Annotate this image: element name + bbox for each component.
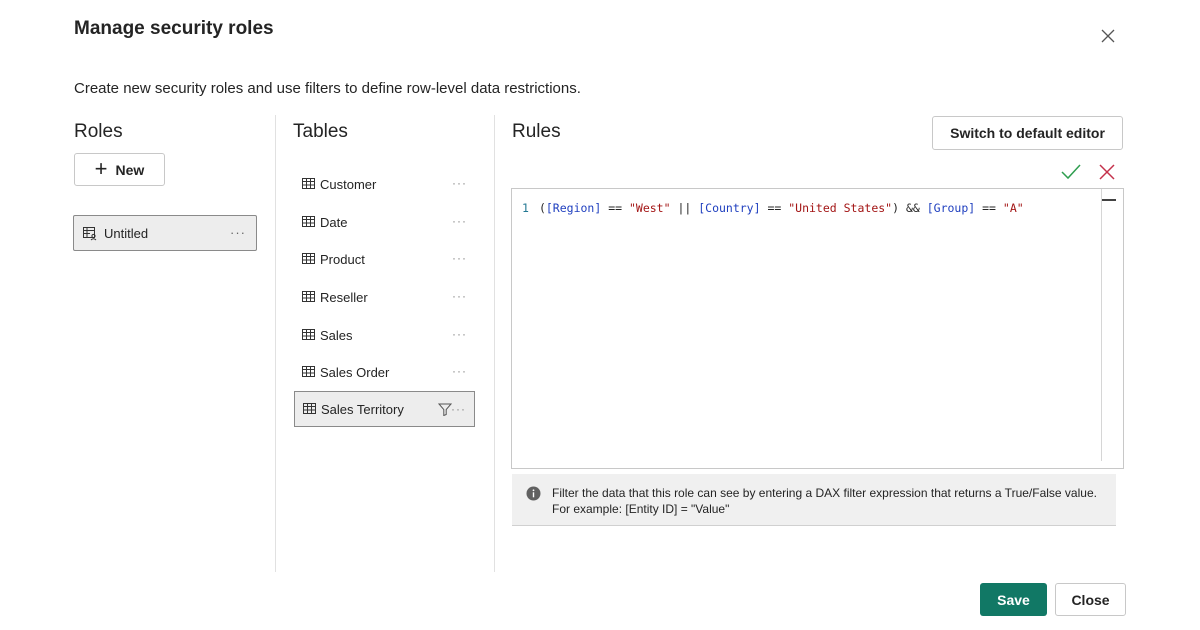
code-expression: ([Region] == "West" || [Country] == "Uni… [539,201,1024,215]
table-item-customer[interactable]: Customer ··· [294,166,475,202]
plus-icon: + [94,155,108,181]
more-options-icon[interactable]: ··· [452,251,467,265]
roles-heading: Roles [74,121,123,142]
role-item-label: Untitled [104,225,149,241]
table-icon [302,366,316,378]
table-icon [302,253,316,265]
more-options-icon[interactable]: ··· [452,289,467,303]
table-item-label: Reseller [320,289,368,305]
role-icon [82,225,98,241]
code-token: ) && [892,201,927,215]
more-options-icon[interactable]: ··· [452,214,467,228]
code-token: == [601,201,629,215]
code-token: [Region] [545,201,602,215]
close-icon[interactable] [1098,26,1118,46]
code-token: "A" [1002,201,1024,215]
table-item-date[interactable]: Date ··· [294,204,475,240]
more-options-icon[interactable]: ··· [451,402,466,416]
code-token: || [670,201,699,215]
close-button[interactable]: Close [1055,583,1126,616]
dialog-title: Manage security roles [74,18,274,39]
scrollbar[interactable] [1101,189,1102,461]
check-icon[interactable] [1060,162,1082,182]
table-item-product[interactable]: Product ··· [294,241,475,277]
info-icon [526,486,541,501]
rules-heading: Rules [512,121,561,142]
table-item-sales-order[interactable]: Sales Order ··· [294,354,475,390]
table-item-label: Sales [320,327,353,343]
code-token: "West" [628,201,671,215]
table-icon [302,329,316,341]
code-line: 1 ([Region] == "West" || [Country] == "Un… [522,201,1024,215]
dialog-subtitle: Create new security roles and use filter… [74,80,581,97]
cancel-icon[interactable] [1097,162,1117,182]
tables-heading: Tables [293,121,348,142]
table-item-sales-territory[interactable]: Sales Territory ··· [294,391,475,427]
code-token: == [975,201,1003,215]
more-options-icon[interactable]: ··· [452,176,467,190]
info-text: Filter the data that this role can see b… [552,486,1097,516]
code-token: [Group] [926,201,976,215]
table-item-reseller[interactable]: Reseller ··· [294,279,475,315]
more-options-icon[interactable]: ··· [452,364,467,378]
scrollbar-thumb[interactable] [1102,199,1116,201]
dax-editor[interactable]: 1 ([Region] == "West" || [Country] == "Un… [511,188,1124,469]
new-role-label: New [115,161,145,178]
more-options-icon[interactable]: ··· [452,327,467,341]
line-number: 1 [522,201,529,215]
table-icon [303,403,317,415]
code-token: [Country] [698,201,761,215]
info-message: Filter the data that this role can see b… [512,474,1116,526]
filter-icon [438,403,452,416]
divider [494,115,495,572]
divider [275,115,276,572]
table-item-label: Product [320,251,365,267]
code-token: "United States" [788,201,893,215]
code-token: == [760,201,789,215]
table-icon [302,291,316,303]
table-item-label: Sales Territory [321,401,404,417]
switch-editor-button[interactable]: Switch to default editor [932,116,1123,150]
more-options-icon[interactable]: ··· [230,225,246,240]
table-item-label: Date [320,214,348,230]
table-icon [302,178,316,190]
save-button[interactable]: Save [980,583,1047,616]
table-item-sales[interactable]: Sales ··· [294,317,475,353]
table-item-label: Sales Order [320,364,390,380]
code-token: ( [538,201,546,215]
role-item-untitled[interactable]: Untitled ··· [73,215,257,251]
table-item-label: Customer [320,176,377,192]
table-icon [302,216,316,228]
new-role-button[interactable]: + New [74,153,165,186]
